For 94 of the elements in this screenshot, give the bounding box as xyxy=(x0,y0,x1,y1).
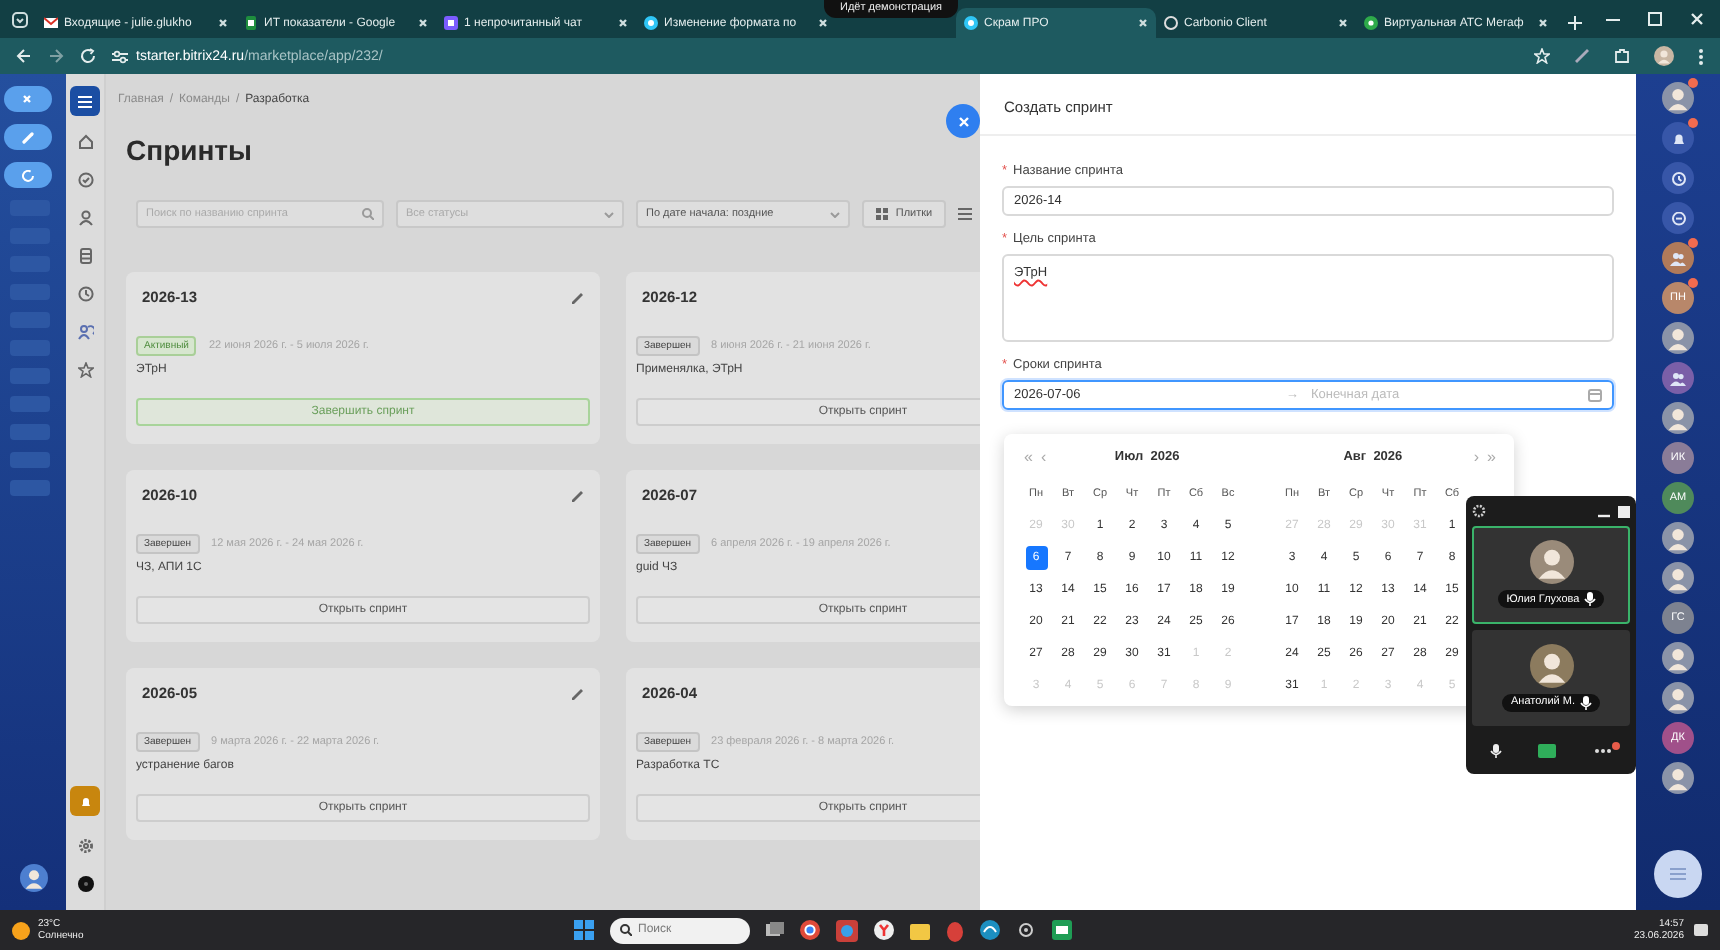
close-button[interactable] xyxy=(3,86,51,112)
people-icon[interactable] xyxy=(77,324,93,340)
sun-icon xyxy=(12,921,30,939)
close-icon xyxy=(22,94,32,104)
new-tab-icon[interactable] xyxy=(1568,16,1582,30)
sheet-app-icon[interactable] xyxy=(1052,920,1072,940)
camera-app-icon[interactable] xyxy=(1016,920,1036,940)
maximize-icon[interactable] xyxy=(1618,505,1630,517)
participant-avatar xyxy=(1529,643,1573,688)
avatar[interactable] xyxy=(1662,762,1694,794)
phone-favicon-icon xyxy=(1364,16,1378,30)
link-button[interactable] xyxy=(3,124,51,150)
close-icon xyxy=(957,115,969,127)
user-avatar xyxy=(19,864,47,892)
chat-button[interactable] xyxy=(1662,202,1694,234)
site-info-icon[interactable] xyxy=(112,49,128,63)
reload-icon[interactable] xyxy=(80,48,96,64)
search-icon xyxy=(620,924,632,936)
pen-icon[interactable] xyxy=(1574,48,1590,64)
bitrix-favicon-icon xyxy=(964,16,978,30)
more-icon[interactable] xyxy=(1698,47,1704,65)
star-icon[interactable] xyxy=(77,362,93,378)
close-icon xyxy=(618,18,628,28)
pencil-icon[interactable] xyxy=(570,686,584,700)
participant-avatar xyxy=(1529,540,1573,585)
carbonio-favicon-icon xyxy=(1164,16,1178,30)
group-icon xyxy=(1670,251,1686,265)
close-icon[interactable] xyxy=(1690,12,1704,26)
list-icon xyxy=(1670,868,1686,880)
menu-icon xyxy=(78,95,92,107)
forward-icon[interactable] xyxy=(48,48,64,64)
close-icon xyxy=(1538,18,1548,28)
mic-icon xyxy=(1579,695,1592,710)
search-icon xyxy=(362,208,374,220)
mic-icon[interactable] xyxy=(1490,743,1503,757)
home-icon[interactable] xyxy=(77,134,93,150)
bell-button[interactable] xyxy=(1662,122,1694,154)
close-icon xyxy=(418,18,428,28)
clock-button[interactable] xyxy=(1662,162,1694,194)
group-chat-button[interactable] xyxy=(1662,362,1694,394)
list-button[interactable] xyxy=(1654,850,1702,898)
avatar[interactable] xyxy=(1662,522,1694,554)
refresh-icon xyxy=(21,169,33,181)
pencil-icon[interactable] xyxy=(570,290,584,304)
sheets-favicon-icon xyxy=(244,16,258,30)
group-chat-button[interactable] xyxy=(1662,242,1694,274)
maximize-icon[interactable] xyxy=(1648,12,1662,26)
avatar[interactable] xyxy=(1662,682,1694,714)
y-browser-app-icon[interactable] xyxy=(874,920,894,940)
group-icon xyxy=(1670,371,1686,385)
close-icon xyxy=(218,18,228,28)
mail-favicon-icon xyxy=(44,16,58,30)
grid-icon xyxy=(875,208,888,220)
chat-icon xyxy=(1671,211,1685,225)
avatar[interactable] xyxy=(1662,82,1694,114)
avatar[interactable] xyxy=(1662,402,1694,434)
list-view-icon[interactable] xyxy=(958,208,972,220)
avatar[interactable] xyxy=(1662,562,1694,594)
more-icon[interactable] xyxy=(1593,747,1612,753)
close-icon xyxy=(1138,18,1148,28)
menu-button[interactable] xyxy=(70,86,100,116)
screen-share-icon[interactable] xyxy=(1538,743,1557,757)
bell-icon xyxy=(79,795,91,807)
bell-icon xyxy=(1671,131,1685,145)
clock-icon xyxy=(1671,171,1685,185)
avatar[interactable] xyxy=(1662,322,1694,354)
wave-app-icon[interactable] xyxy=(980,920,1000,940)
task-view-icon[interactable] xyxy=(766,922,784,938)
profile-avatar xyxy=(1654,46,1674,66)
puzzle-icon[interactable] xyxy=(1614,48,1630,64)
page-title: Спринты xyxy=(126,134,254,166)
refresh-button[interactable] xyxy=(3,162,51,188)
back-icon[interactable] xyxy=(16,48,32,64)
pencil-icon[interactable] xyxy=(570,488,584,502)
notification-icon[interactable] xyxy=(1694,923,1708,937)
chat-favicon-icon xyxy=(444,16,458,30)
tab-list-icon[interactable] xyxy=(12,12,28,28)
avatar[interactable] xyxy=(1662,642,1694,674)
calendar-icon xyxy=(1588,388,1602,402)
chevron-down-icon xyxy=(604,211,614,217)
start-icon[interactable] xyxy=(574,920,594,940)
check-circle-icon[interactable] xyxy=(77,172,93,188)
clock-icon[interactable] xyxy=(77,286,93,302)
close-icon xyxy=(1338,18,1348,28)
bitrix-favicon-icon xyxy=(644,16,658,30)
folder-app-icon[interactable] xyxy=(910,921,930,939)
link-icon xyxy=(21,131,33,143)
mic-icon xyxy=(1583,592,1596,607)
chevron-down-icon xyxy=(830,211,840,217)
database-icon[interactable] xyxy=(77,248,93,264)
person-icon[interactable] xyxy=(77,210,93,226)
messenger-app-icon[interactable] xyxy=(836,919,858,941)
browser-app-icon[interactable] xyxy=(800,920,820,940)
close-icon xyxy=(818,18,828,28)
